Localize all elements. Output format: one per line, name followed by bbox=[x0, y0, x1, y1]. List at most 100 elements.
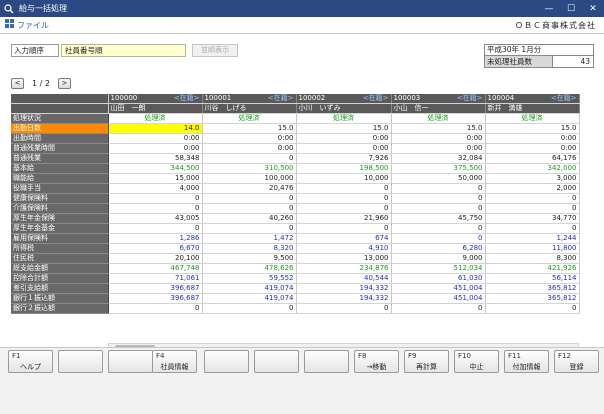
close-button[interactable]: ✕ bbox=[582, 0, 604, 17]
data-cell[interactable]: 451,004 bbox=[391, 293, 486, 305]
employee-header[interactable]: 100000 <在籍> bbox=[108, 94, 203, 105]
data-cell[interactable]: 310,500 bbox=[202, 163, 297, 175]
data-cell[interactable]: 15.0 bbox=[485, 123, 580, 135]
fkey-f10-button[interactable]: F10 中止 bbox=[454, 350, 499, 373]
data-cell[interactable]: 0:00 bbox=[391, 143, 486, 155]
input-order-field[interactable]: 社員番号順 bbox=[61, 44, 186, 57]
data-cell[interactable]: 32,084 bbox=[391, 153, 486, 165]
menu-grid-icon[interactable] bbox=[5, 19, 14, 31]
data-cell[interactable]: 0:00 bbox=[108, 143, 203, 155]
data-cell[interactable]: 0 bbox=[108, 203, 203, 215]
fkey-blank-button[interactable] bbox=[304, 350, 349, 373]
data-cell[interactable]: 13,000 bbox=[296, 253, 392, 265]
employee-name[interactable]: 川谷 しげる bbox=[202, 103, 297, 115]
prev-page-button[interactable]: < bbox=[11, 78, 24, 89]
data-cell[interactable]: 45,750 bbox=[391, 213, 486, 225]
data-cell[interactable]: 0 bbox=[485, 223, 580, 235]
order-display-button[interactable]: 並順表示 bbox=[192, 44, 238, 57]
data-cell[interactable]: 43,005 bbox=[108, 213, 203, 225]
data-cell[interactable]: 0 bbox=[485, 303, 580, 315]
data-cell[interactable]: 0 bbox=[202, 193, 297, 205]
data-cell[interactable]: 56,114 bbox=[485, 273, 580, 285]
data-cell[interactable]: 1,286 bbox=[108, 233, 203, 245]
data-cell[interactable]: 8,320 bbox=[202, 243, 297, 255]
data-cell[interactable]: 365,812 bbox=[485, 293, 580, 305]
data-cell[interactable]: 11,800 bbox=[485, 243, 580, 255]
data-cell[interactable]: 478,626 bbox=[202, 263, 297, 275]
employee-header[interactable]: 100004 <在籍> bbox=[485, 94, 580, 105]
data-cell[interactable]: 0 bbox=[108, 223, 203, 235]
data-cell[interactable]: 419,074 bbox=[202, 283, 297, 295]
maximize-button[interactable]: ☐ bbox=[560, 0, 582, 17]
data-cell[interactable]: 1,472 bbox=[202, 233, 297, 245]
data-cell[interactable]: 61,030 bbox=[391, 273, 486, 285]
data-cell[interactable]: 421,926 bbox=[485, 263, 580, 275]
data-cell[interactable]: 0 bbox=[202, 223, 297, 235]
data-cell[interactable]: 0:00 bbox=[391, 133, 486, 145]
data-cell[interactable]: 0 bbox=[391, 233, 486, 245]
data-cell[interactable]: 0 bbox=[202, 303, 297, 315]
data-cell[interactable]: 2,000 bbox=[485, 183, 580, 195]
data-cell[interactable]: 0:00 bbox=[296, 133, 392, 145]
employee-header[interactable]: 100002 <在籍> bbox=[296, 94, 392, 105]
data-cell[interactable]: 9,000 bbox=[391, 253, 486, 265]
fkey-blank-button[interactable] bbox=[204, 350, 249, 373]
data-cell[interactable]: 15.0 bbox=[296, 123, 392, 135]
data-cell[interactable]: 6,670 bbox=[108, 243, 203, 255]
data-cell[interactable]: 100,000 bbox=[202, 173, 297, 185]
data-cell[interactable]: 451,004 bbox=[391, 283, 486, 295]
data-cell[interactable]: 419,074 bbox=[202, 293, 297, 305]
employee-name[interactable]: 小川 いずみ bbox=[296, 103, 392, 115]
employee-header[interactable]: 100001 <在籍> bbox=[202, 94, 297, 105]
fkey-f12-button[interactable]: F12 登録 bbox=[554, 350, 599, 373]
data-cell[interactable]: 50,000 bbox=[391, 173, 486, 185]
data-cell[interactable]: 6,280 bbox=[391, 243, 486, 255]
data-cell[interactable]: 512,034 bbox=[391, 263, 486, 275]
data-cell[interactable]: 40,260 bbox=[202, 213, 297, 225]
data-cell[interactable]: 9,500 bbox=[202, 253, 297, 265]
data-cell[interactable]: 64,176 bbox=[485, 153, 580, 165]
data-cell[interactable]: 4,000 bbox=[108, 183, 203, 195]
data-cell[interactable]: 20,476 bbox=[202, 183, 297, 195]
employee-name[interactable]: 小山 信一 bbox=[391, 103, 486, 115]
fkey-f9-button[interactable]: F9 再計算 bbox=[404, 350, 449, 373]
data-cell[interactable]: 344,500 bbox=[108, 163, 203, 175]
data-cell[interactable]: 375,500 bbox=[391, 163, 486, 175]
fkey-blank-button[interactable] bbox=[108, 350, 153, 373]
data-cell[interactable]: 396,687 bbox=[108, 293, 203, 305]
menu-file[interactable]: ファイル bbox=[17, 20, 49, 31]
data-cell[interactable]: 0 bbox=[108, 193, 203, 205]
data-cell[interactable]: 674 bbox=[296, 233, 392, 245]
data-cell[interactable]: 0:00 bbox=[202, 133, 297, 145]
data-cell[interactable]: 467,748 bbox=[108, 263, 203, 275]
data-cell[interactable]: 0:00 bbox=[485, 143, 580, 155]
data-cell[interactable]: 0 bbox=[296, 183, 392, 195]
next-page-button[interactable]: > bbox=[57, 78, 71, 89]
data-cell[interactable]: 0 bbox=[296, 193, 392, 205]
fkey-blank-button[interactable] bbox=[58, 350, 103, 373]
data-cell[interactable]: 0 bbox=[391, 203, 486, 215]
data-cell[interactable]: 10,000 bbox=[296, 173, 392, 185]
data-cell[interactable]: 0 bbox=[485, 203, 580, 215]
data-cell[interactable]: 15,000 bbox=[108, 173, 203, 185]
data-cell[interactable]: 234,876 bbox=[296, 263, 392, 275]
data-cell[interactable]: 194,332 bbox=[296, 283, 392, 295]
minimize-button[interactable]: — bbox=[538, 0, 560, 17]
data-cell[interactable]: 0 bbox=[391, 223, 486, 235]
data-cell[interactable]: 0 bbox=[485, 193, 580, 205]
data-cell[interactable]: 15.0 bbox=[202, 123, 297, 135]
data-cell[interactable]: 0:00 bbox=[108, 133, 203, 145]
data-cell[interactable]: 71,061 bbox=[108, 273, 203, 285]
employee-header[interactable]: 100003 <在籍> bbox=[391, 94, 486, 105]
data-cell[interactable]: 21,960 bbox=[296, 213, 392, 225]
fkey-f1-button[interactable]: F1 ヘルプ bbox=[8, 350, 53, 373]
employee-name[interactable]: 新井 満雄 bbox=[485, 103, 580, 115]
fkey-f4-button[interactable]: F4 社員情報 bbox=[152, 350, 197, 373]
data-cell[interactable]: 3,000 bbox=[485, 173, 580, 185]
data-cell[interactable]: 0 bbox=[296, 203, 392, 215]
data-cell[interactable]: 40,544 bbox=[296, 273, 392, 285]
data-cell[interactable]: 0:00 bbox=[202, 143, 297, 155]
data-cell[interactable]: 342,000 bbox=[485, 163, 580, 175]
data-cell[interactable]: 59,552 bbox=[202, 273, 297, 285]
data-cell[interactable]: 58,348 bbox=[108, 153, 203, 165]
